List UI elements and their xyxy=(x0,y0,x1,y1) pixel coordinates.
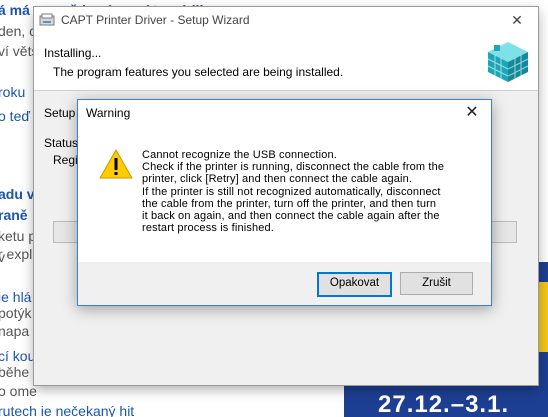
dialog-title: Warning xyxy=(86,106,131,120)
retry-button[interactable]: Opakovat xyxy=(317,272,392,297)
background-text-fragment[interactable]: roku xyxy=(0,84,25,100)
background-text-fragment[interactable]: ie hlá xyxy=(0,289,31,305)
wizard-titlebar[interactable]: CAPT Printer Driver - Setup Wizard ✕ xyxy=(34,7,538,34)
wizard-title: CAPT Printer Driver - Setup Wizard xyxy=(61,13,250,27)
message-line: the cable from the printer, turn off the… xyxy=(142,197,437,210)
dialog-close-button[interactable]: ✕ xyxy=(457,102,487,124)
warning-icon xyxy=(99,149,133,179)
background-text-fragment[interactable]: adu v xyxy=(0,186,35,202)
close-icon: ✕ xyxy=(511,12,523,28)
background-text-fragment[interactable]: rutech ie nečekaný hit xyxy=(0,403,134,417)
status-label: Status: xyxy=(44,136,82,150)
message-line: Cannot recognize the USB connection. xyxy=(142,149,337,161)
message-line: it back on again, and then connect the c… xyxy=(142,210,440,223)
background-text-fragment: napa xyxy=(0,323,30,339)
background-text-fragment: o ome xyxy=(0,383,37,399)
background-text-fragment: běhe xyxy=(0,364,30,380)
background-text-fragment: ketu p xyxy=(0,228,37,244)
dialog-button-bar: Opakovat Zrušit xyxy=(78,262,491,305)
cancel-button[interactable]: Zrušit xyxy=(400,272,473,295)
message-line: restart process is finished. xyxy=(142,222,274,235)
message-line: Check if the printer is running, disconn… xyxy=(142,161,445,174)
promo-dates: 27.12.–3.1. xyxy=(378,391,510,417)
background-text-fragment: potýk xyxy=(0,305,32,321)
message-line: printer, click [Retry] and then connect … xyxy=(142,173,413,186)
wizard-header: Installing... The program features you s… xyxy=(34,34,538,91)
installing-description: The program features you selected are be… xyxy=(53,65,344,79)
warning-dialog: Warning ✕ Cannot recognize the USB conne… xyxy=(77,99,492,306)
dialog-titlebar[interactable]: Warning ✕ xyxy=(78,100,491,127)
background-text-fragment: r expl xyxy=(0,246,33,262)
background-text-fragment[interactable]: cí kou xyxy=(0,348,35,364)
installer-cube-icon xyxy=(487,42,529,82)
installing-heading: Installing... xyxy=(44,46,102,60)
close-icon: ✕ xyxy=(465,104,479,121)
installer-app-icon xyxy=(39,13,55,26)
background-text-fragment[interactable]: raně xyxy=(0,207,28,223)
message-line: If the printer is still not recognized a… xyxy=(142,185,441,198)
dialog-body: Cannot recognize the USB connection. Che… xyxy=(78,127,491,262)
dialog-message: Cannot recognize the USB connection. Che… xyxy=(142,149,472,234)
wizard-close-button[interactable]: ✕ xyxy=(502,10,532,30)
